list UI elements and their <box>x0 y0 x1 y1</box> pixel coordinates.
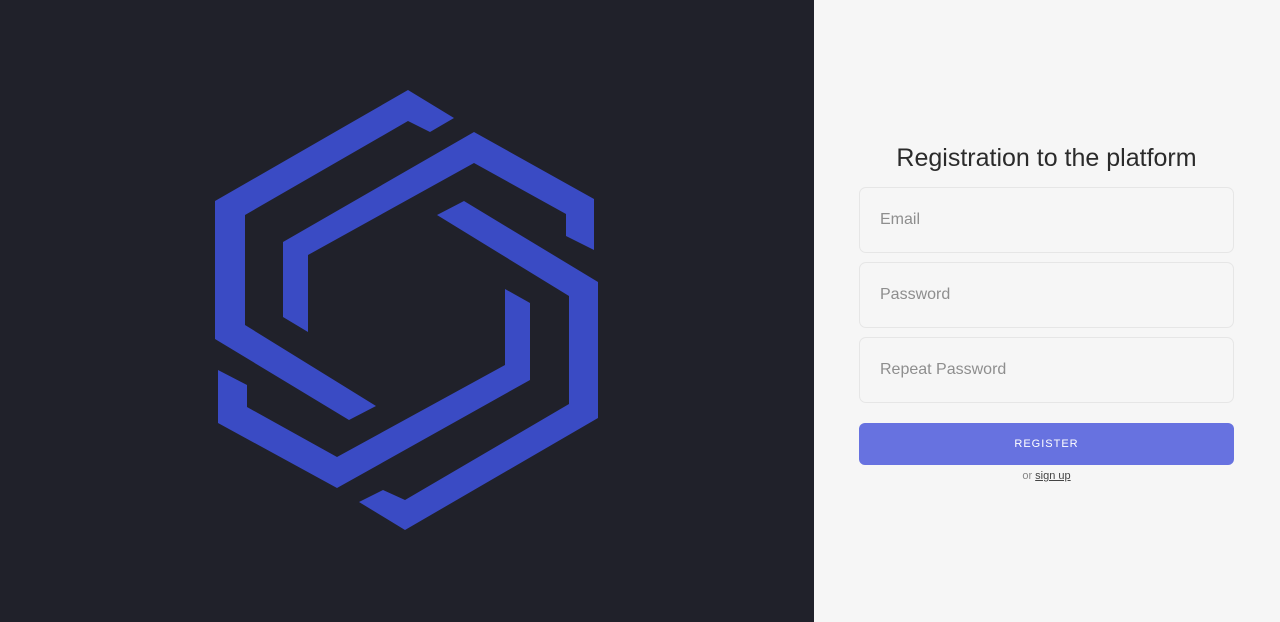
registration-page: Registration to the platform REGISTER or… <box>0 0 1280 622</box>
registration-form-panel: Registration to the platform REGISTER or… <box>814 0 1280 622</box>
password-input[interactable] <box>859 262 1234 328</box>
brand-panel <box>0 0 814 622</box>
form-title: Registration to the platform <box>896 144 1197 172</box>
email-input[interactable] <box>859 187 1234 253</box>
alt-auth-line: or sign up <box>859 470 1234 482</box>
repeat-password-input[interactable] <box>859 337 1234 403</box>
hexagon-link-logo-icon <box>215 90 598 530</box>
register-button[interactable]: REGISTER <box>859 423 1234 465</box>
sign-up-link[interactable]: sign up <box>1035 470 1070 482</box>
alt-prefix: or <box>1022 470 1033 482</box>
